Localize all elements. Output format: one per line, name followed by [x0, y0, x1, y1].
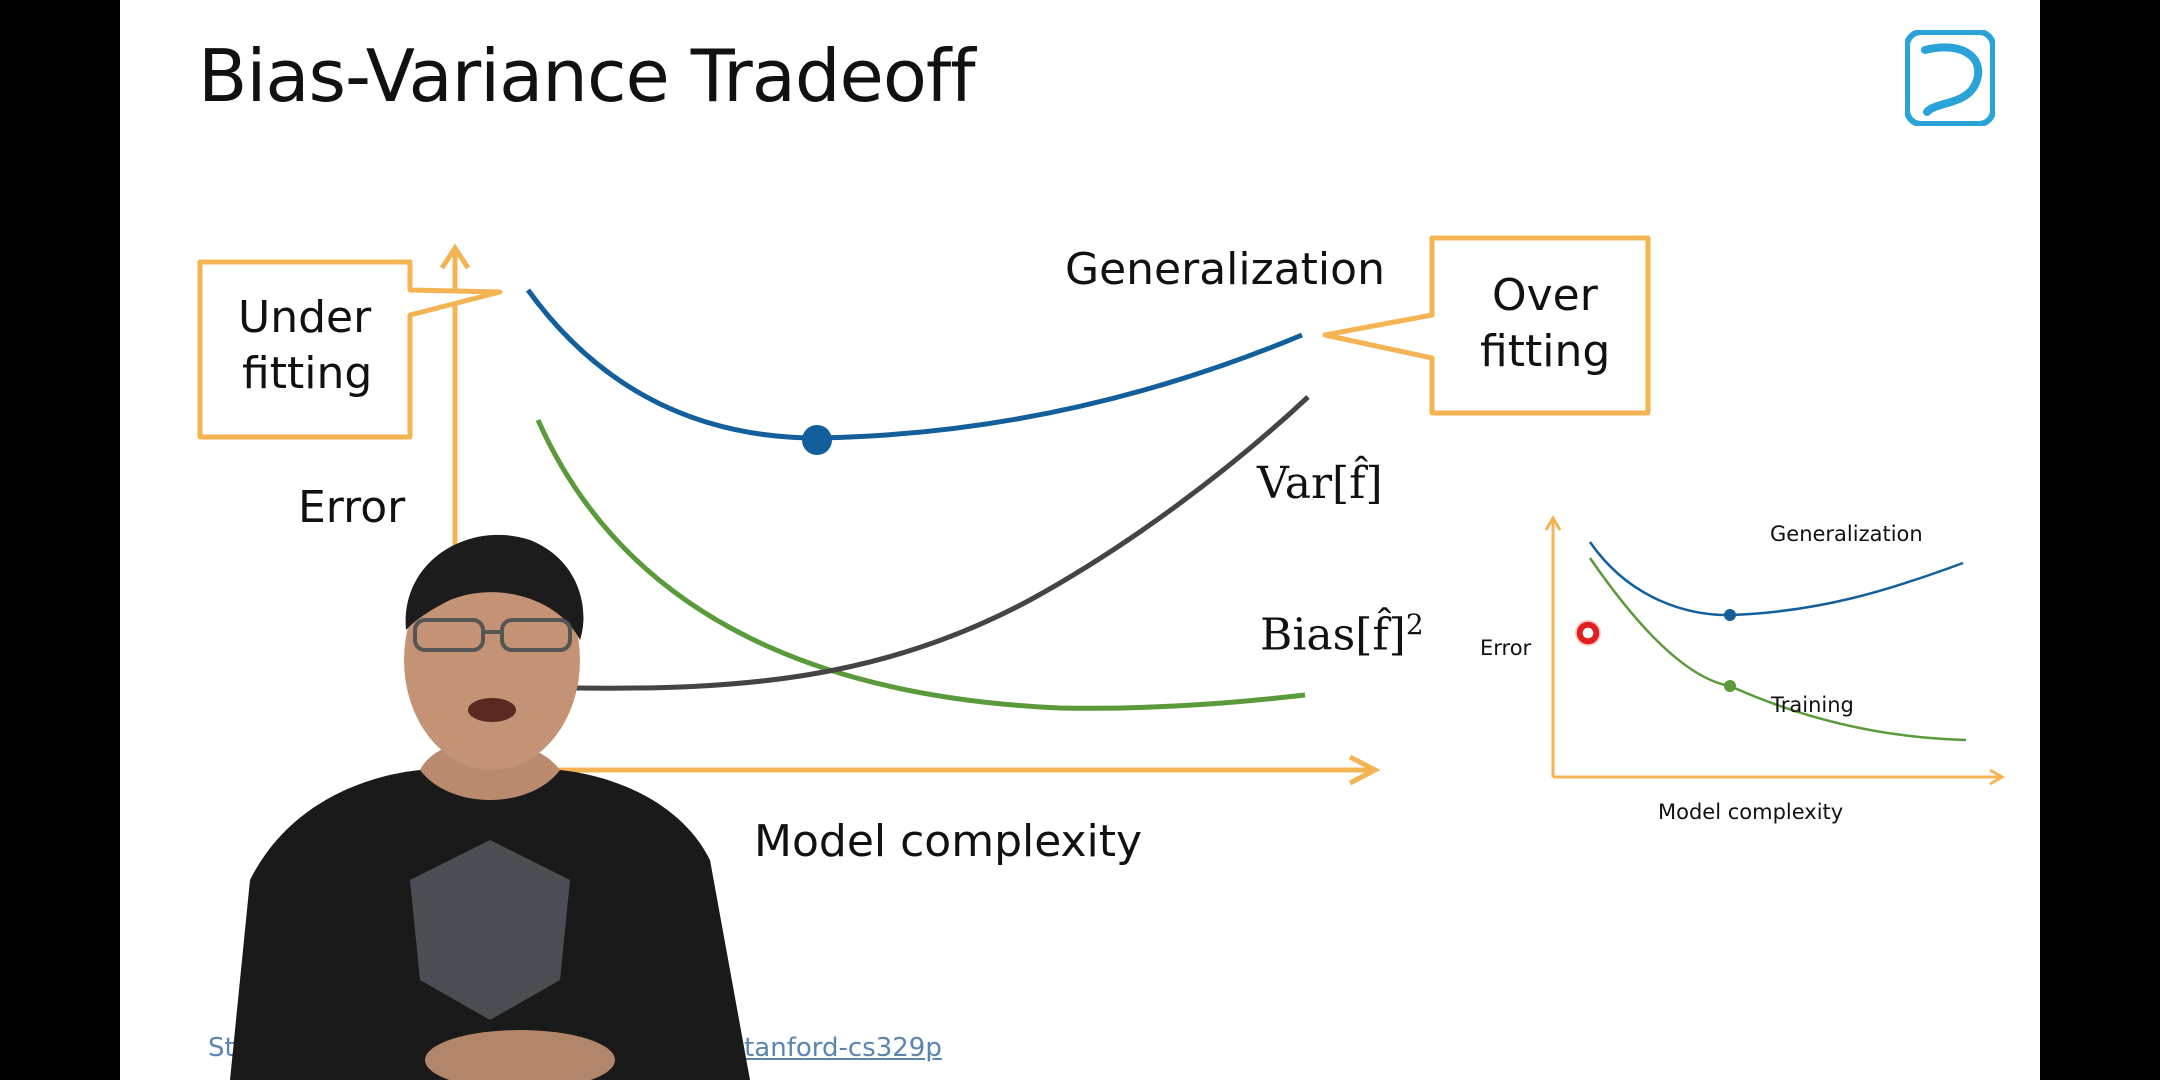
- generalization-label: Generalization: [1065, 244, 1385, 295]
- inset-generalization-label: Generalization: [1770, 522, 1923, 546]
- callout-under-line1: Under: [238, 292, 372, 343]
- variance-label: Var[f̂]: [1257, 458, 1383, 509]
- bias-label-base: Bias[f̂]: [1260, 609, 1406, 661]
- inset-y-label: Error: [1480, 636, 1532, 660]
- x-axis-label: Model complexity: [754, 816, 1143, 867]
- bias-label-exponent: 2: [1405, 608, 1424, 641]
- callout-over-line2: fitting: [1480, 326, 1611, 377]
- bilibili-logo-icon: [1905, 30, 1995, 126]
- inset-generalization-point: [1724, 609, 1736, 621]
- generalization-curve: [525, 288, 1303, 441]
- inset-chart: Generalization Training Error Model comp…: [1480, 470, 2040, 850]
- presenter-video: [230, 534, 750, 1080]
- bias-label: Bias[f̂]2: [1260, 608, 1424, 661]
- cursor-indicator-icon: [1575, 620, 1601, 646]
- inset-x-label: Model complexity: [1658, 800, 1844, 824]
- callout-under-line2: fitting: [242, 348, 373, 399]
- inset-generalization-curve: [1588, 541, 1964, 617]
- generalization-minimum-point: [802, 425, 832, 455]
- callout-over-line1: Over: [1492, 270, 1598, 321]
- inset-training-label: Training: [1771, 693, 1854, 717]
- inset-chart-graphic: [1544, 515, 2005, 786]
- inset-training-point: [1724, 680, 1736, 692]
- presenter-mouth: [468, 698, 516, 722]
